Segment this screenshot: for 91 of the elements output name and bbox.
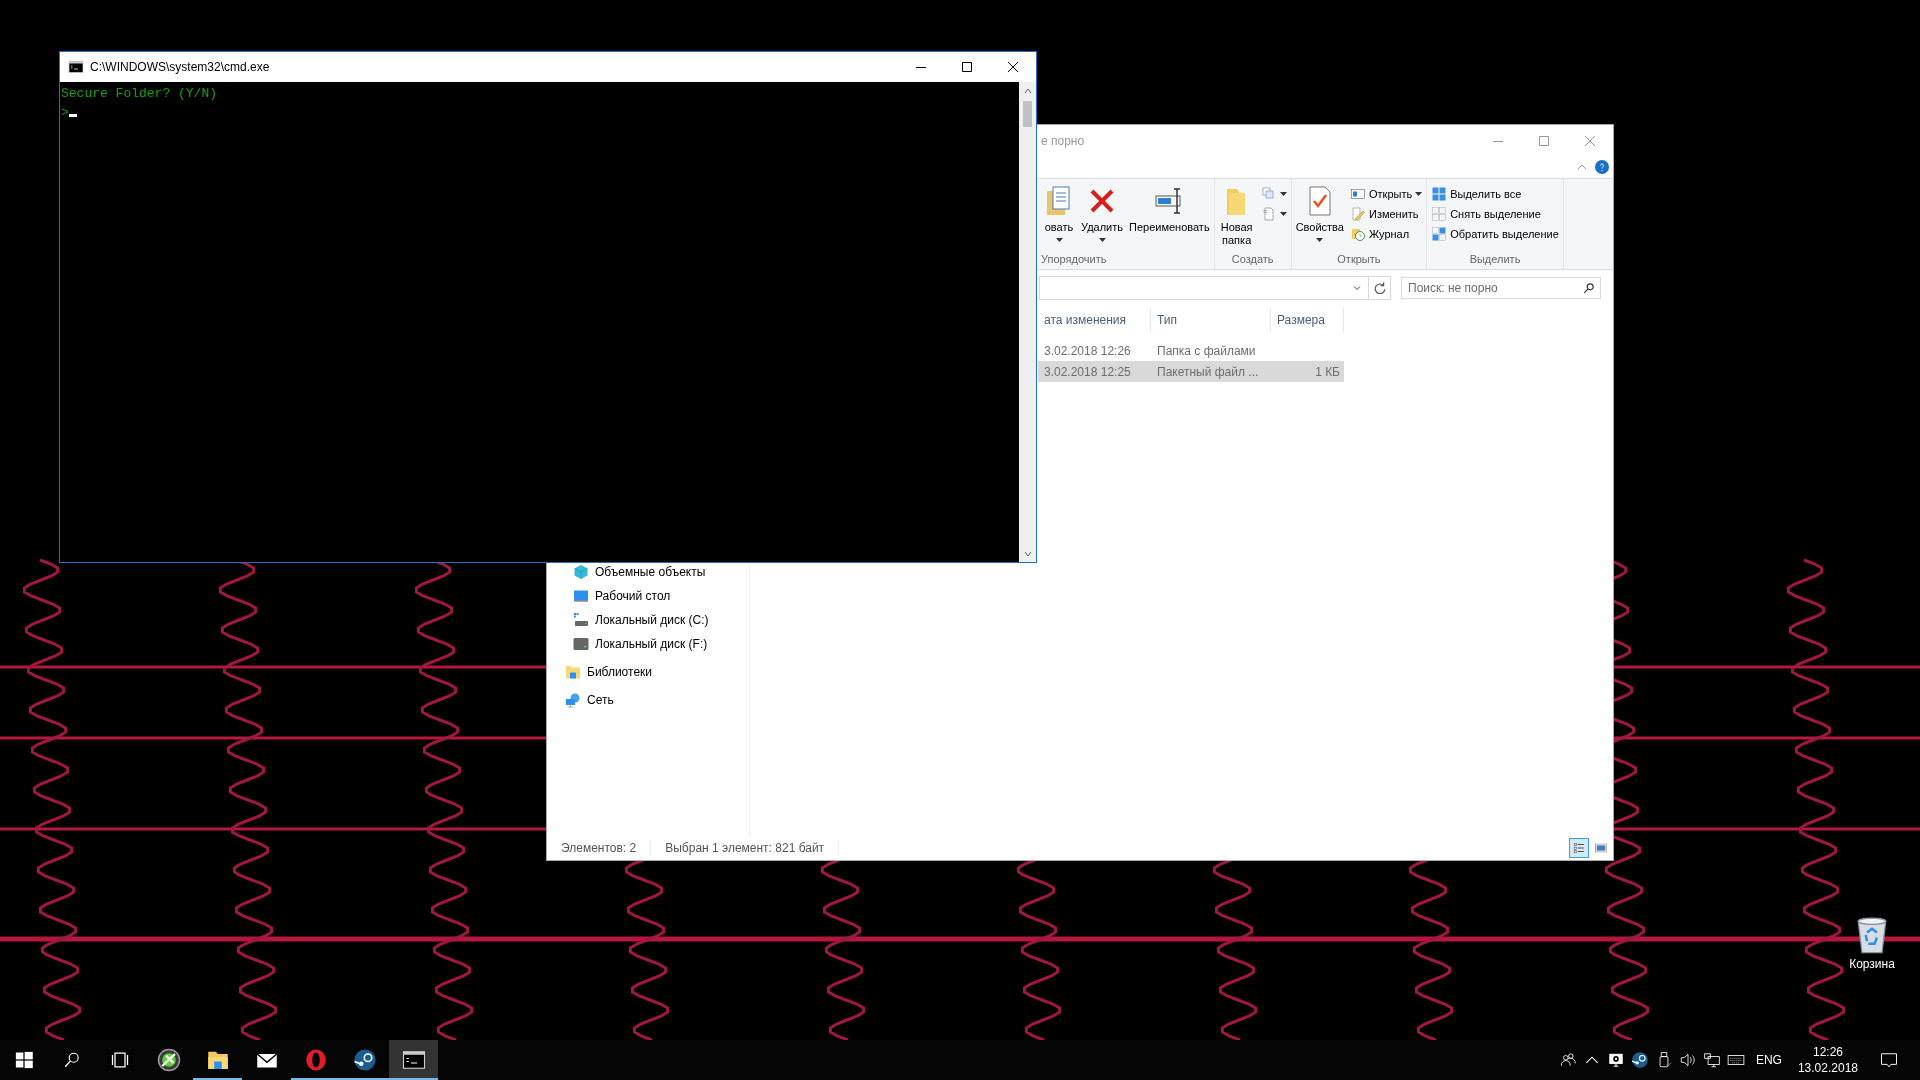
search-icon [1583,282,1595,294]
ribbon-button[interactable]: Свойства [1293,183,1346,249]
type-cell-text: Папка с файлами [1156,343,1257,358]
notification-icon [1879,1050,1899,1070]
window-icon [1349,186,1366,202]
column-header[interactable]: ата изменения [1038,308,1151,332]
grid-icon [1431,206,1448,222]
search-field[interactable]: Поиск: не порно [1401,277,1601,299]
nav-item[interactable]: Библиотеки [547,660,749,684]
console-line: > [61,104,69,122]
refresh-icon [1373,282,1386,294]
language-indicator[interactable]: ENG [1747,1040,1790,1080]
text-cursor [68,114,77,117]
nav-item[interactable]: Локальный диск (C:) [547,608,749,632]
nav-item[interactable]: Сеть [547,688,749,712]
speaker-icon [1678,1051,1697,1069]
status-text: Элементов: 2 [561,841,652,855]
file-row[interactable]: 3.02.2018 12:25 Пакетный файл ... 1 КБ [1038,361,1344,382]
ribbon-button[interactable]: Снять выделение [1429,205,1561,223]
window-title: е порно [1041,133,1085,148]
dropdown-caret-icon [1279,212,1287,216]
scrollbar[interactable] [1019,82,1036,562]
clock-icon [1349,226,1366,242]
size-cell-text: 1 КБ [1314,364,1341,379]
grid-icon [1431,186,1448,202]
question-mark-icon [1597,162,1607,172]
close-icon [1008,62,1018,72]
console-line: Secure Folder? (Y/N) [61,85,218,103]
ribbon-button[interactable]: Изменить [1347,205,1425,223]
desktop-icon-label[interactable]: Корзина [1849,957,1895,971]
steam-logo-icon [352,1048,377,1072]
maximize-icon [1539,135,1549,146]
status-text: Выбран 1 элемент: 821 байт [665,841,840,855]
ribbon-button[interactable]: Журнал [1347,225,1425,243]
collapse-ribbon-icon [1577,162,1587,172]
taskbar-app-button[interactable] [389,1040,438,1080]
dropdown-caret-icon [1098,238,1106,242]
people-icon [1558,1051,1577,1069]
ribbon-group-label: Выделить [1468,252,1522,267]
help-icon[interactable] [1595,160,1609,174]
ribbon-button[interactable]: Выделить все [1429,185,1561,203]
ribbon-button[interactable]: Открыть [1347,185,1425,203]
dropdown-caret-icon [1415,192,1423,196]
steam-logo-icon [1630,1051,1649,1069]
ribbon-button[interactable]: Удалить [1079,183,1125,249]
grid-icon [1431,226,1448,242]
terminal-icon [68,59,84,75]
cube-icon [573,564,589,580]
task-view-icon [110,1050,130,1070]
opera-logo-icon [303,1048,328,1072]
nav-item[interactable]: Локальный диск (F:) [547,632,749,656]
ribbon-button[interactable]: Переименовать [1127,183,1212,249]
dropdown-caret-icon [1279,192,1287,196]
nav-item[interactable]: Объемные объекты [547,560,749,584]
jet-badge-icon [156,1048,181,1072]
details-view-icon [1572,841,1586,855]
date-cell-text: 3.02.2018 12:25 [1043,364,1132,379]
ribbon-group-label: Создать [1230,252,1275,267]
window-title: C:\WINDOWS\system32\cmd.exe [90,60,270,74]
gear-monitor-icon [1606,1051,1625,1069]
type-cell-text: Пакетный файл ... [1156,364,1260,379]
date-cell-text: 3.02.2018 12:26 [1043,343,1132,358]
ribbon-button[interactable]: Новая папка [1216,183,1257,249]
nav-item[interactable]: Рабочий стол [547,584,749,608]
new-item-icon [1260,186,1277,202]
search-icon [63,1051,81,1069]
scrollbar-thumb[interactable] [1023,101,1032,127]
column-header[interactable]: Размера [1271,308,1344,332]
ribbon-button[interactable]: Обратить выделение [1429,225,1561,243]
pencil-icon [1349,206,1366,222]
network-monitor-icon [1702,1051,1721,1069]
drive-icon [573,636,589,652]
clock[interactable]: 12:26 13.02.2018 [1789,1040,1866,1080]
library-folder-icon [565,664,581,680]
maximize-icon [962,62,972,72]
ribbon-button[interactable]: овать [1041,183,1077,249]
chevron-down-icon [1352,283,1362,293]
dropdown-caret-icon [1055,238,1063,242]
ribbon-group-label: Открыть [1336,252,1382,267]
monitor-icon [573,588,589,604]
network-icon [565,692,581,708]
close-icon [1585,135,1595,146]
file-row[interactable]: 3.02.2018 12:26 Папка с файлами [1038,340,1344,361]
windows-logo-icon [14,1050,34,1070]
thumbnail-view-icon [1594,841,1608,855]
dropdown-caret-icon [1316,238,1324,242]
ribbon-group-label: Упорядочить [1041,252,1108,267]
column-header[interactable]: Тип [1151,308,1271,332]
drive-icon [573,612,589,628]
terminal-icon [401,1048,426,1072]
view-toggle[interactable] [1569,838,1589,858]
